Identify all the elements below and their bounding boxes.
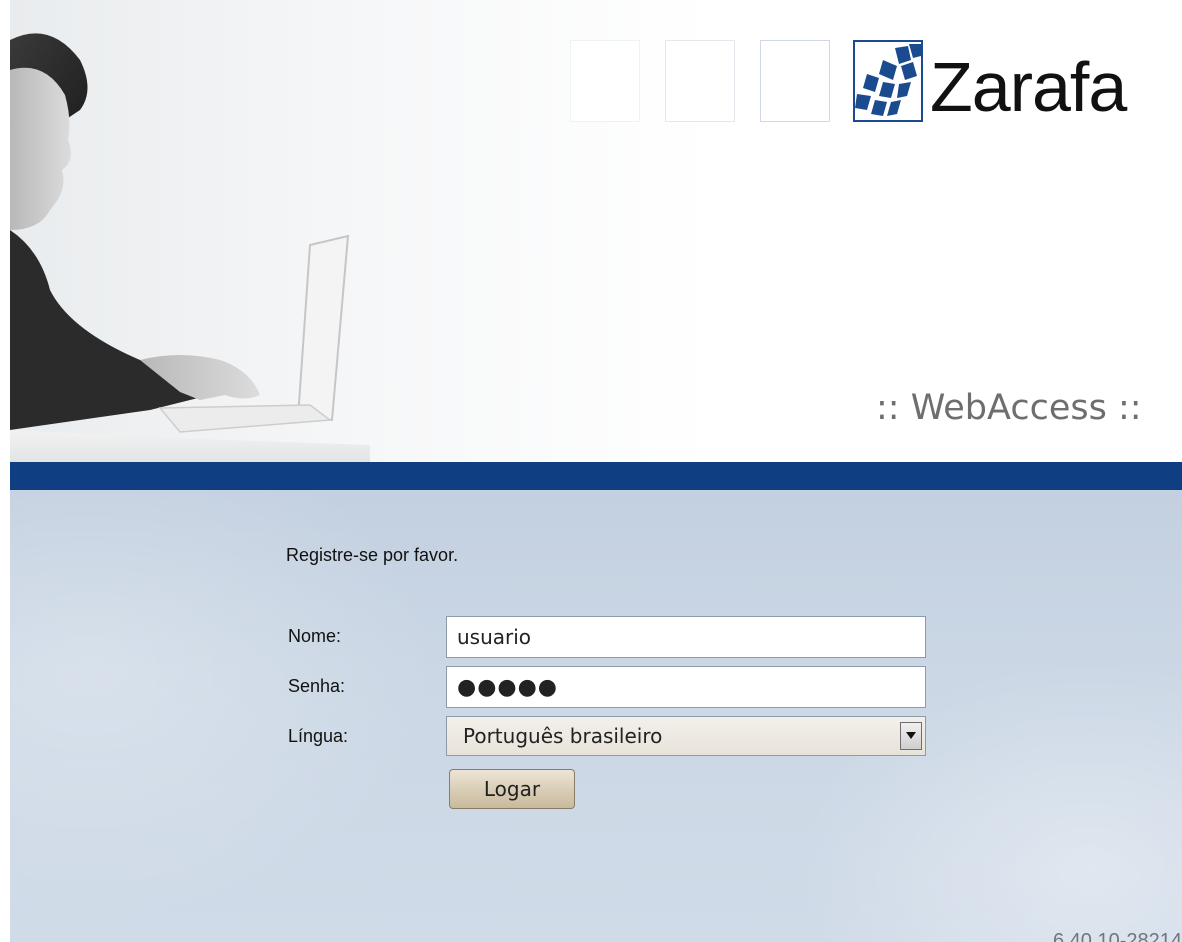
page-margin: [0, 0, 10, 942]
woman-with-laptop-image: [10, 33, 370, 462]
logo-square: [665, 40, 735, 122]
language-selected-value: Português brasileiro: [463, 724, 663, 748]
login-form: Registre-se por favor. Nome: Senha: Líng…: [10, 490, 1182, 942]
login-page: Zarafa :: WebAccess :: Registre-se por f…: [0, 0, 1182, 942]
version-label: 6.40.10-28214: [1052, 930, 1182, 942]
username-label: Nome:: [288, 626, 342, 646]
header-divider-bar: [10, 462, 1182, 490]
username-input[interactable]: [446, 616, 926, 658]
logo-text: Zarafa: [930, 48, 1127, 126]
zarafa-logo-icon: [853, 40, 923, 122]
chevron-down-icon: [906, 732, 916, 739]
login-button[interactable]: Logar: [449, 769, 575, 809]
logo-square: [570, 40, 640, 122]
password-label: Senha:: [288, 676, 346, 696]
logo-square: [760, 40, 830, 122]
login-instruction: Registre-se por favor.: [286, 545, 459, 565]
language-label: Língua:: [288, 726, 349, 746]
password-input[interactable]: [446, 666, 926, 708]
language-select[interactable]: Português brasileiro: [446, 716, 926, 756]
header: Zarafa :: WebAccess ::: [10, 0, 1182, 462]
product-name: :: WebAccess ::: [876, 388, 1142, 428]
dropdown-arrow-button[interactable]: [900, 722, 922, 750]
